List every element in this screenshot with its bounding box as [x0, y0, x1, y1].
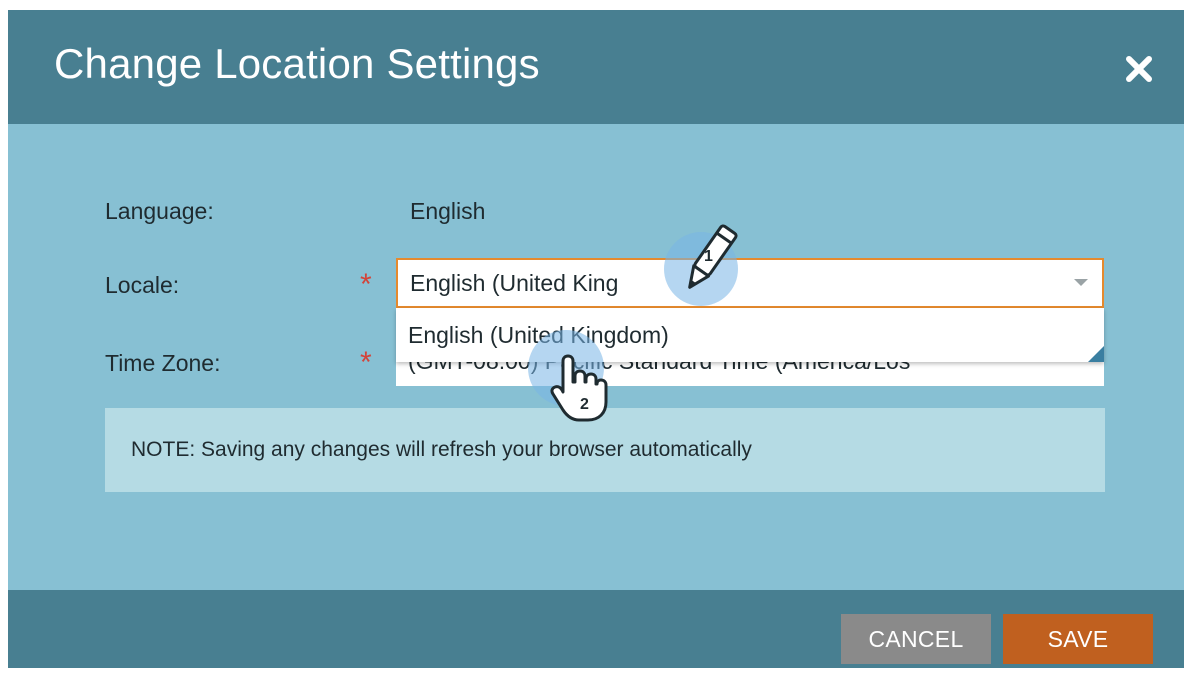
save-button[interactable]: SAVE: [1003, 614, 1153, 664]
locale-required-marker: *: [360, 268, 372, 301]
refresh-note-text: NOTE: Saving any changes will refresh yo…: [131, 438, 752, 461]
chevron-down-icon[interactable]: [1074, 279, 1088, 286]
language-value: English: [410, 198, 486, 224]
close-icon[interactable]: [1118, 48, 1160, 90]
hand-pointer-icon: [548, 352, 608, 429]
locale-dropdown-option[interactable]: English (United Kingdom): [396, 308, 1104, 362]
language-label: Language:: [105, 198, 214, 224]
dialog-header: Change Location Settings: [8, 10, 1184, 124]
step1-number: 1: [704, 248, 713, 265]
dialog-footer: CANCEL SAVE: [8, 590, 1184, 668]
change-location-settings-dialog: Change Location Settings Language: Engli…: [8, 10, 1184, 668]
dropdown-resize-corner: [1088, 346, 1104, 362]
timezone-required-marker: *: [360, 346, 372, 379]
locale-label: Locale:: [105, 272, 180, 298]
locale-input-text: English (United King: [410, 270, 619, 296]
locale-combobox-input[interactable]: English (United King: [396, 258, 1104, 308]
timezone-label: Time Zone:: [105, 350, 221, 376]
cancel-button[interactable]: CANCEL: [841, 614, 991, 664]
step2-number: 2: [580, 396, 589, 413]
dialog-title: Change Location Settings: [54, 40, 540, 87]
